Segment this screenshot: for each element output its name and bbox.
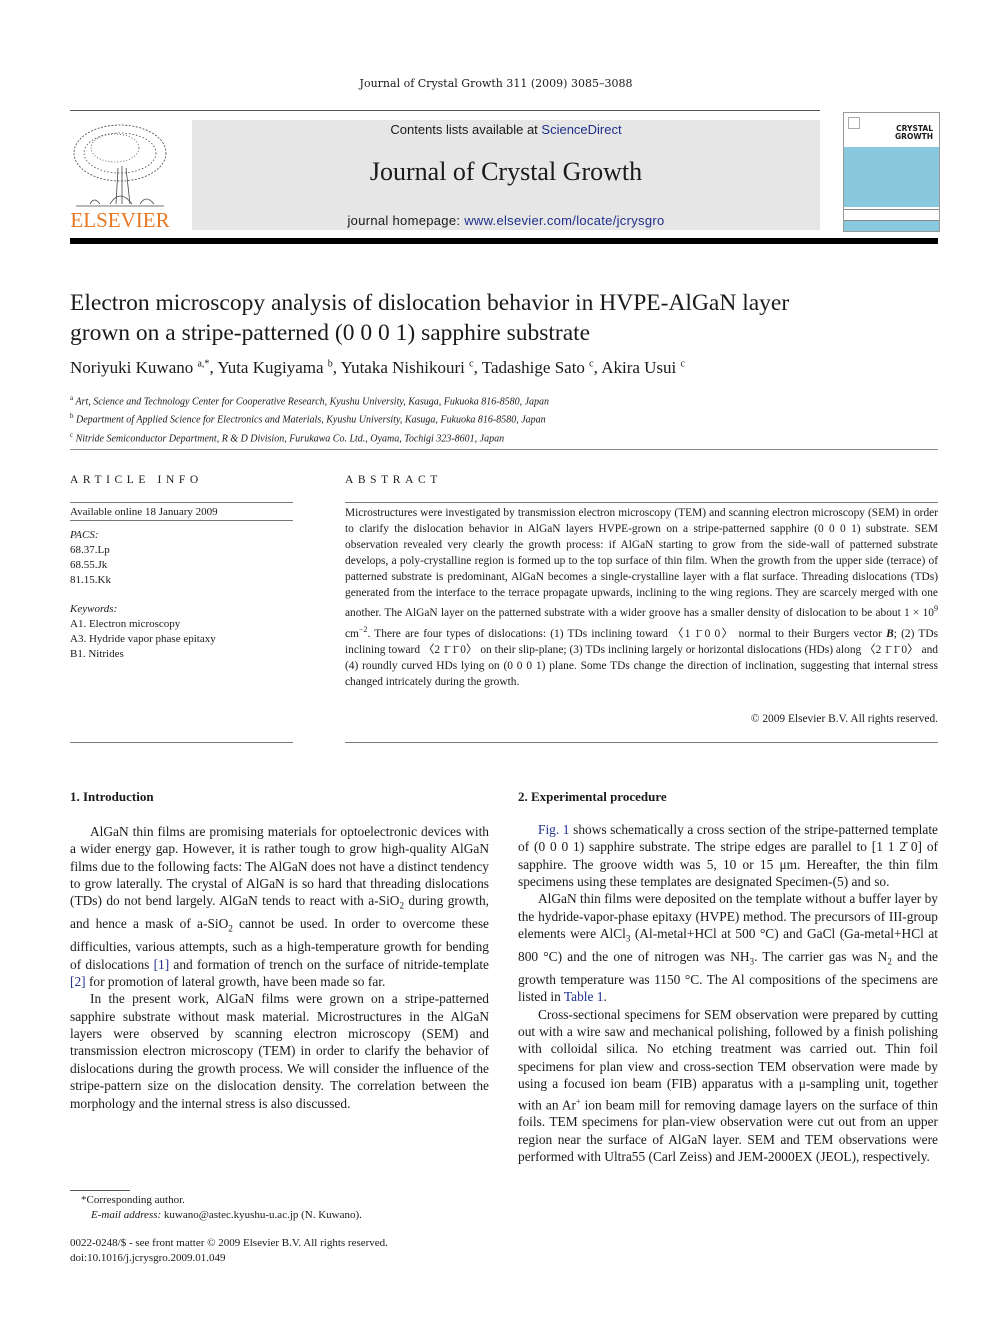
footnote: *Corresponding author. E-mail address: k… (70, 1193, 362, 1223)
title-line-1: Electron microscopy analysis of dislocat… (70, 290, 790, 316)
running-head: Journal of Crystal Growth 311 (2009) 308… (359, 77, 633, 90)
available-online: Available online 18 January 2009 (70, 506, 218, 518)
pacs-label: PACS: (70, 529, 99, 541)
abstract-heading: ABSTRACT (345, 474, 442, 486)
pacs-code: 68.55.Jk (70, 559, 108, 571)
citation-link[interactable]: [2] (70, 974, 86, 989)
pacs-list: PACS: 68.37.Lp 68.55.Jk 81.15.Kk (70, 528, 111, 588)
author[interactable]: Yuta Kugiyama b (217, 358, 332, 377)
divider (345, 502, 938, 503)
divider (345, 742, 938, 743)
affiliation: b Department of Applied Science for Elec… (70, 412, 546, 426)
citation-link[interactable]: [1] (154, 957, 170, 972)
tree-icon: ELSEVIER (70, 124, 170, 232)
keyword: A1. Electron microscopy (70, 618, 181, 630)
sciencedirect-link[interactable]: ScienceDirect (541, 122, 621, 137)
section-heading-experimental: 2. Experimental procedure (518, 789, 667, 804)
contents-prefix: Contents lists available at (390, 122, 542, 137)
cover-band (844, 147, 939, 207)
elsevier-wordmark: ELSEVIER (70, 208, 169, 230)
homepage-prefix: journal homepage: (347, 213, 465, 228)
paragraph: AlGaN thin films are promising materials… (70, 824, 489, 990)
cover-band-bottom (844, 221, 939, 231)
cover-emblem-icon (848, 117, 860, 129)
introduction-body: AlGaN thin films are promising materials… (70, 823, 489, 1112)
journal-title: Journal of Crystal Growth (369, 157, 643, 186)
table-link[interactable]: Table 1 (564, 989, 604, 1004)
footnote-rule (70, 1190, 130, 1191)
header-thick-rule (70, 238, 938, 244)
keyword: B1. Nitrides (70, 648, 124, 660)
header-rule (70, 110, 820, 111)
section-heading-introduction: 1. Introduction (70, 789, 154, 804)
affiliations: a Art, Science and Technology Center for… (70, 391, 549, 446)
author[interactable]: Noriyuki Kuwano a,* (70, 358, 209, 377)
article-info-heading: ARTICLE INFO (70, 474, 203, 486)
keywords-label: Keywords: (70, 603, 118, 615)
cover-title-line2: GROWTH (895, 132, 933, 141)
keywords-list: Keywords: A1. Electron microscopy A3. Hy… (70, 602, 216, 662)
journal-banner: Contents lists available at ScienceDirec… (192, 120, 820, 230)
corresponding-author-note: *Corresponding author. (81, 1194, 185, 1206)
pacs-code: 68.37.Lp (70, 544, 110, 556)
pacs-code: 81.15.Kk (70, 574, 111, 586)
issn-doi: 0022-0248/$ - see front matter © 2009 El… (70, 1236, 388, 1266)
author-list: Noriyuki Kuwano a,*, Yuta Kugiyama b, Yu… (70, 358, 685, 377)
figure-link[interactable]: Fig. 1 (538, 822, 570, 837)
paragraph: AlGaN thin films were deposited on the t… (518, 891, 939, 1005)
journal-cover-thumbnail[interactable]: CRYSTAL GROWTH (843, 112, 940, 232)
cover-title: CRYSTAL GROWTH (895, 125, 933, 141)
elsevier-logo[interactable]: ELSEVIER (70, 118, 170, 232)
contents-line: Contents lists available at ScienceDirec… (192, 122, 820, 137)
author[interactable]: Akira Usui c (601, 358, 685, 377)
divider (70, 520, 293, 521)
issn-line: 0022-0248/$ - see front matter © 2009 El… (70, 1237, 388, 1249)
affiliation: a Art, Science and Technology Center for… (70, 394, 550, 408)
title-line-2: grown on a stripe-patterned (0 0 0 1) sa… (70, 320, 591, 346)
experimental-body: Fig. 1 shows schematically a cross secti… (518, 821, 938, 1165)
cover-stripe (844, 209, 939, 221)
abstract-copyright: © 2009 Elsevier B.V. All rights reserved… (750, 713, 938, 725)
homepage-link[interactable]: www.elsevier.com/locate/jcrysgro (464, 213, 664, 228)
section-divider (70, 449, 938, 450)
divider (70, 502, 293, 503)
doi-link[interactable]: doi:10.1016/j.jcrysgro.2009.01.049 (70, 1251, 388, 1266)
article-title: Electron microscopy analysis of dislocat… (70, 288, 930, 348)
homepage-line: journal homepage: www.elsevier.com/locat… (192, 213, 820, 228)
author[interactable]: Tadashige Sato c (482, 358, 594, 377)
author[interactable]: Yutaka Nishikouri c (341, 358, 474, 377)
abstract-text: Microstructures were investigated by tra… (345, 507, 939, 688)
divider (70, 742, 293, 743)
paragraph: Fig. 1 shows schematically a cross secti… (518, 822, 938, 890)
paragraph: Cross-sectional specimens for SEM observ… (518, 1006, 938, 1164)
keyword: A3. Hydride vapor phase epitaxy (70, 633, 216, 645)
email-link[interactable]: kuwano@astec.kyushu-u.ac.jp (N. Kuwano). (161, 1209, 362, 1221)
paragraph: In the present work, AlGaN films were gr… (70, 991, 489, 1111)
affiliation: c Nitride Semiconductor Department, R & … (70, 430, 505, 444)
email-line: E-mail address: kuwano@astec.kyushu-u.ac… (91, 1209, 362, 1221)
